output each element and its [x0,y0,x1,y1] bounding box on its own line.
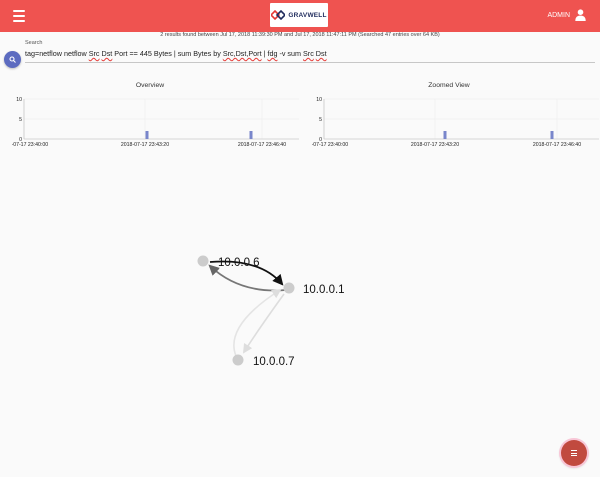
query-part: Port == 445 Bytes | sum Bytes by [112,49,223,58]
x-tick-label: 2018-07-17 23:46:40 [533,142,581,148]
zoomed-view-chart[interactable]: 10502018-07-17 23:40:002018-07-17 23:43:… [312,92,600,154]
y-tick-label: 10 [16,97,22,103]
search-label: Search [25,40,43,46]
zoomed-view-title: Zoomed View [428,82,470,89]
node-label: 10.0.0.1 [303,284,345,296]
y-tick-label: 5 [319,117,322,123]
query-part: fdg [267,49,278,58]
logo-text: GRAVWELL [288,11,327,19]
node-label: 10.0.0.7 [253,356,295,368]
query-part: Dst [315,49,327,58]
x-tick-label: 2018-07-17 23:40:00 [312,142,348,148]
query-part: Dst [101,49,113,58]
chart-bar[interactable] [443,131,447,139]
node-label: 10.0.0.6 [218,257,260,269]
chart-bar[interactable] [145,131,149,139]
search-input[interactable]: tag=netflow netflow Src Dst Port == 445 … [25,48,595,60]
x-tick-label: 2018-07-17 23:43:20 [411,142,459,148]
graph-node[interactable] [197,255,209,267]
menu-icon [571,449,577,457]
gravwell-logo[interactable]: GRAVWELL [270,3,328,27]
results-summary: 2 results found between Jul 17, 2018 11:… [160,32,440,38]
force-directed-graph[interactable]: 10.0.0.6 10.0.0.1 10.0.0.7 [150,245,370,380]
chart-bar[interactable] [550,131,554,139]
query-part: Src [303,49,314,58]
overview-chart[interactable]: 10502018-07-17 23:40:002018-07-17 23:43:… [12,92,302,154]
y-tick-label: 10 [316,97,322,103]
user-menu[interactable]: ADMIN [547,9,586,21]
overview-title: Overview [135,82,165,89]
query-part: -v sum [277,49,304,58]
user-icon [575,9,586,21]
hamburger-icon[interactable] [13,10,25,22]
query-part: Src [88,49,100,58]
graph-node[interactable] [283,282,295,294]
search-underline [25,62,595,63]
edge-1-to-7[interactable] [242,293,285,354]
edge-7-to-1[interactable] [233,288,282,357]
search-icon [9,56,16,63]
y-tick-label: 5 [19,117,22,123]
graph-node[interactable] [232,354,244,366]
x-tick-label: 2018-07-17 23:46:40 [238,142,286,148]
x-tick-label: 2018-07-17 23:43:20 [121,142,169,148]
user-name: ADMIN [547,11,570,19]
search-button[interactable] [4,51,21,68]
query-part: tag=netflow netflow [25,49,89,58]
fab-menu-button[interactable] [561,440,587,466]
chart-bar[interactable] [249,131,253,139]
app-header: GRAVWELL ADMIN [0,0,600,32]
query-part: Src,Dst,Port [222,49,262,58]
logo-mark-icon [271,10,286,20]
x-tick-label: 2018-07-17 23:40:00 [12,142,48,148]
edge-1-to-6[interactable] [208,264,287,292]
